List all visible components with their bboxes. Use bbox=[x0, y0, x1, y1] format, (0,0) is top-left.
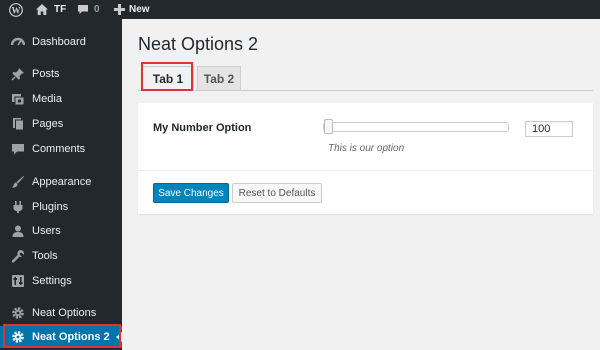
sidebar-item-dashboard[interactable]: Dashboard bbox=[0, 31, 122, 53]
media-icon bbox=[11, 92, 25, 106]
gear-icon bbox=[11, 306, 25, 320]
comment-icon bbox=[78, 5, 88, 14]
sidebar-item-tools[interactable]: Tools bbox=[0, 245, 122, 267]
sidebar-item-media[interactable]: Media bbox=[0, 88, 122, 110]
user-icon bbox=[11, 224, 25, 238]
sidebar-item-label: Pages bbox=[32, 118, 64, 130]
option-label: My Number Option bbox=[153, 122, 252, 134]
svg-text:W: W bbox=[12, 5, 21, 15]
number-slider[interactable] bbox=[323, 122, 509, 132]
sidebar-item-label: Settings bbox=[32, 275, 72, 287]
new-label: New bbox=[129, 4, 150, 15]
sidebar-item-label: Posts bbox=[32, 68, 60, 80]
sidebar-item-settings[interactable]: Settings bbox=[0, 270, 122, 292]
comment-icon bbox=[11, 142, 25, 156]
annotation-highlight-menu bbox=[3, 324, 121, 348]
sidebar-item-label: Neat Options bbox=[32, 307, 97, 319]
sidebar-item-pages[interactable]: Pages bbox=[0, 113, 122, 135]
brush-icon bbox=[11, 175, 25, 189]
save-changes-button[interactable]: Save Changes bbox=[153, 183, 229, 203]
page-title: Neat Options 2 bbox=[138, 34, 259, 54]
admin-bar: W TF 0 New bbox=[0, 0, 600, 19]
dashboard-icon bbox=[11, 35, 25, 49]
settings-icon bbox=[11, 274, 25, 288]
pin-icon bbox=[11, 67, 25, 81]
comments-count: 0 bbox=[94, 4, 100, 15]
tabs-baseline bbox=[138, 90, 593, 91]
home-icon bbox=[36, 4, 48, 15]
pages-icon bbox=[11, 117, 25, 131]
site-name-link[interactable]: TF bbox=[36, 0, 66, 19]
site-name: TF bbox=[54, 4, 67, 15]
number-input[interactable] bbox=[525, 121, 573, 137]
sidebar-item-posts[interactable]: Posts bbox=[0, 63, 122, 85]
sidebar-item-appearance[interactable]: Appearance bbox=[0, 171, 122, 193]
comments-link[interactable]: 0 bbox=[77, 0, 100, 19]
sidebar-item-label: Media bbox=[32, 93, 62, 105]
plug-icon bbox=[11, 200, 25, 214]
sidebar-item-label: Comments bbox=[32, 143, 86, 155]
sidebar-item-neat-options[interactable]: Neat Options bbox=[0, 302, 122, 324]
wordpress-logo-button[interactable]: W bbox=[9, 0, 23, 19]
sidebar-item-label: Plugins bbox=[32, 201, 69, 213]
wordpress-icon: W bbox=[9, 2, 23, 17]
plus-icon bbox=[114, 4, 125, 15]
sidebar-item-comments[interactable]: Comments bbox=[0, 138, 122, 160]
sidebar-item-label: Appearance bbox=[32, 176, 92, 188]
reset-defaults-button[interactable]: Reset to Defaults bbox=[232, 183, 322, 203]
tab-2[interactable]: Tab 2 bbox=[197, 66, 241, 90]
slider-handle[interactable] bbox=[324, 119, 333, 134]
panel-divider bbox=[138, 170, 593, 171]
sidebar-item-label: Users bbox=[32, 225, 61, 237]
sidebar-item-plugins[interactable]: Plugins bbox=[0, 196, 122, 218]
sidebar-item-label: Tools bbox=[32, 250, 58, 262]
annotation-highlight-tab bbox=[141, 62, 193, 91]
new-content-link[interactable]: New bbox=[114, 0, 150, 19]
option-description: This is our option bbox=[328, 143, 405, 154]
sidebar-item-users[interactable]: Users bbox=[0, 220, 122, 242]
wrench-icon bbox=[11, 249, 25, 263]
sidebar-item-label: Dashboard bbox=[32, 36, 86, 48]
